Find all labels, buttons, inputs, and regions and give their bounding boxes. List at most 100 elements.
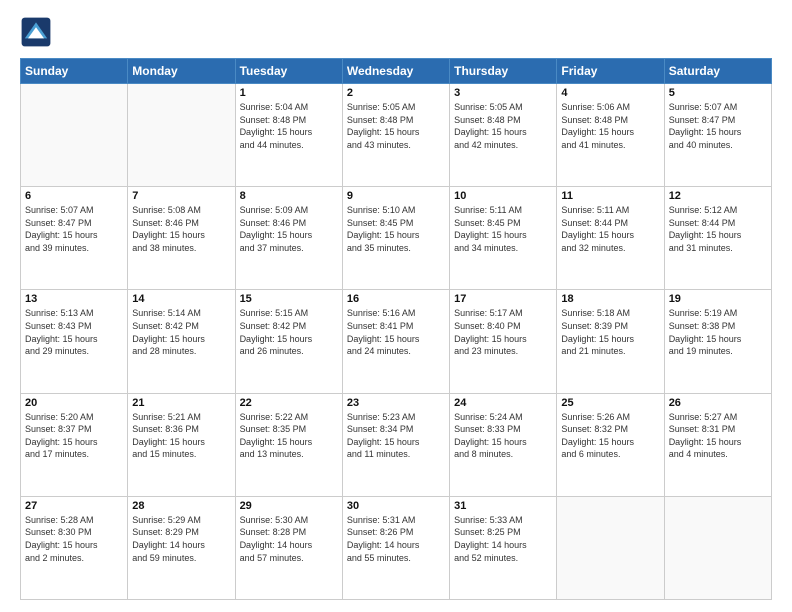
day-number: 1 <box>240 87 338 99</box>
day-number: 8 <box>240 190 338 202</box>
day-info: Sunrise: 5:05 AM Sunset: 8:48 PM Dayligh… <box>347 101 445 151</box>
calendar-cell: 19Sunrise: 5:19 AM Sunset: 8:38 PM Dayli… <box>664 290 771 393</box>
day-number: 12 <box>669 190 767 202</box>
day-number: 29 <box>240 500 338 512</box>
weekday-tuesday: Tuesday <box>235 59 342 84</box>
day-info: Sunrise: 5:05 AM Sunset: 8:48 PM Dayligh… <box>454 101 552 151</box>
calendar-cell: 13Sunrise: 5:13 AM Sunset: 8:43 PM Dayli… <box>21 290 128 393</box>
calendar-cell: 24Sunrise: 5:24 AM Sunset: 8:33 PM Dayli… <box>450 393 557 496</box>
day-number: 10 <box>454 190 552 202</box>
day-number: 4 <box>561 87 659 99</box>
day-info: Sunrise: 5:31 AM Sunset: 8:26 PM Dayligh… <box>347 514 445 564</box>
calendar-cell: 11 Sunrise: 5:11 AM Sunset: 8:44 PM Dayli… <box>557 187 664 290</box>
calendar-cell <box>664 496 771 599</box>
day-number: 28 <box>132 500 230 512</box>
day-number: 9 <box>347 190 445 202</box>
weekday-saturday: Saturday <box>664 59 771 84</box>
day-info: Sunrise: 5:10 AM Sunset: 8:45 PM Dayligh… <box>347 204 445 254</box>
day-number: 20 <box>25 397 123 409</box>
calendar-cell: 26 Sunrise: 5:27 AM Sunset: 8:31 PM Dayli… <box>664 393 771 496</box>
calendar-cell: 31 Sunrise: 5:33 AM Sunset: 8:25 PM Dayli… <box>450 496 557 599</box>
day-number: 6 <box>25 190 123 202</box>
calendar-cell: 8 Sunrise: 5:09 AM Sunset: 8:46 PM Daylig… <box>235 187 342 290</box>
day-info: Sunrise: 5:17 AM Sunset: 8:40 PM Dayligh… <box>454 307 552 357</box>
calendar-cell: 20 Sunrise: 5:20 AM Sunset: 8:37 PM Dayli… <box>21 393 128 496</box>
calendar-cell: 23Sunrise: 5:23 AM Sunset: 8:34 PM Dayli… <box>342 393 449 496</box>
day-info: Sunrise: 5:21 AM Sunset: 8:36 PM Dayligh… <box>132 411 230 461</box>
day-info: Sunrise: 5:07 AM Sunset: 8:47 PM Dayligh… <box>25 204 123 254</box>
calendar-cell: 25Sunrise: 5:26 AM Sunset: 8:32 PM Dayli… <box>557 393 664 496</box>
calendar-cell <box>557 496 664 599</box>
calendar-cell: 21 Sunrise: 5:21 AM Sunset: 8:36 PM Dayli… <box>128 393 235 496</box>
day-info: Sunrise: 5:15 AM Sunset: 8:42 PM Dayligh… <box>240 307 338 357</box>
weekday-sunday: Sunday <box>21 59 128 84</box>
calendar-cell: 6 Sunrise: 5:07 AM Sunset: 8:47 PM Daylig… <box>21 187 128 290</box>
day-number: 16 <box>347 293 445 305</box>
day-number: 26 <box>669 397 767 409</box>
calendar-cell: 2Sunrise: 5:05 AM Sunset: 8:48 PM Daylig… <box>342 84 449 187</box>
calendar-cell: 3 Sunrise: 5:05 AM Sunset: 8:48 PM Daylig… <box>450 84 557 187</box>
week-row-4: 27 Sunrise: 5:28 AM Sunset: 8:30 PM Dayli… <box>21 496 772 599</box>
logo <box>20 16 56 48</box>
day-number: 24 <box>454 397 552 409</box>
calendar-cell: 7 Sunrise: 5:08 AM Sunset: 8:46 PM Daylig… <box>128 187 235 290</box>
day-number: 11 <box>561 190 659 202</box>
day-info: Sunrise: 5:16 AM Sunset: 8:41 PM Dayligh… <box>347 307 445 357</box>
calendar-cell: 1Sunrise: 5:04 AM Sunset: 8:48 PM Daylig… <box>235 84 342 187</box>
calendar-cell: 30 Sunrise: 5:31 AM Sunset: 8:26 PM Dayli… <box>342 496 449 599</box>
day-info: Sunrise: 5:20 AM Sunset: 8:37 PM Dayligh… <box>25 411 123 461</box>
day-info: Sunrise: 5:18 AM Sunset: 8:39 PM Dayligh… <box>561 307 659 357</box>
day-number: 13 <box>25 293 123 305</box>
week-row-1: 6 Sunrise: 5:07 AM Sunset: 8:47 PM Daylig… <box>21 187 772 290</box>
day-number: 15 <box>240 293 338 305</box>
weekday-wednesday: Wednesday <box>342 59 449 84</box>
calendar-table: SundayMondayTuesdayWednesdayThursdayFrid… <box>20 58 772 600</box>
day-info: Sunrise: 5:11 AM Sunset: 8:44 PM Dayligh… <box>561 204 659 254</box>
weekday-monday: Monday <box>128 59 235 84</box>
day-number: 21 <box>132 397 230 409</box>
day-info: Sunrise: 5:11 AM Sunset: 8:45 PM Dayligh… <box>454 204 552 254</box>
day-number: 17 <box>454 293 552 305</box>
day-number: 5 <box>669 87 767 99</box>
calendar-cell: 18 Sunrise: 5:18 AM Sunset: 8:39 PM Dayli… <box>557 290 664 393</box>
day-info: Sunrise: 5:22 AM Sunset: 8:35 PM Dayligh… <box>240 411 338 461</box>
day-number: 19 <box>669 293 767 305</box>
header <box>20 16 772 48</box>
day-info: Sunrise: 5:27 AM Sunset: 8:31 PM Dayligh… <box>669 411 767 461</box>
calendar-cell: 28 Sunrise: 5:29 AM Sunset: 8:29 PM Dayli… <box>128 496 235 599</box>
page: SundayMondayTuesdayWednesdayThursdayFrid… <box>0 0 792 612</box>
calendar-cell: 15 Sunrise: 5:15 AM Sunset: 8:42 PM Dayli… <box>235 290 342 393</box>
calendar-cell: 4 Sunrise: 5:06 AM Sunset: 8:48 PM Daylig… <box>557 84 664 187</box>
day-number: 31 <box>454 500 552 512</box>
calendar-cell <box>21 84 128 187</box>
day-info: Sunrise: 5:06 AM Sunset: 8:48 PM Dayligh… <box>561 101 659 151</box>
day-number: 30 <box>347 500 445 512</box>
day-number: 14 <box>132 293 230 305</box>
weekday-thursday: Thursday <box>450 59 557 84</box>
day-info: Sunrise: 5:09 AM Sunset: 8:46 PM Dayligh… <box>240 204 338 254</box>
day-number: 22 <box>240 397 338 409</box>
day-number: 27 <box>25 500 123 512</box>
calendar-cell: 12 Sunrise: 5:12 AM Sunset: 8:44 PM Dayli… <box>664 187 771 290</box>
day-info: Sunrise: 5:14 AM Sunset: 8:42 PM Dayligh… <box>132 307 230 357</box>
day-number: 3 <box>454 87 552 99</box>
calendar-cell <box>128 84 235 187</box>
day-info: Sunrise: 5:08 AM Sunset: 8:46 PM Dayligh… <box>132 204 230 254</box>
day-info: Sunrise: 5:29 AM Sunset: 8:29 PM Dayligh… <box>132 514 230 564</box>
calendar-cell: 16 Sunrise: 5:16 AM Sunset: 8:41 PM Dayli… <box>342 290 449 393</box>
calendar-cell: 17 Sunrise: 5:17 AM Sunset: 8:40 PM Dayli… <box>450 290 557 393</box>
calendar-cell: 22 Sunrise: 5:22 AM Sunset: 8:35 PM Dayli… <box>235 393 342 496</box>
week-row-2: 13Sunrise: 5:13 AM Sunset: 8:43 PM Dayli… <box>21 290 772 393</box>
calendar-cell: 29Sunrise: 5:30 AM Sunset: 8:28 PM Dayli… <box>235 496 342 599</box>
calendar-cell: 27 Sunrise: 5:28 AM Sunset: 8:30 PM Dayli… <box>21 496 128 599</box>
weekday-friday: Friday <box>557 59 664 84</box>
day-info: Sunrise: 5:07 AM Sunset: 8:47 PM Dayligh… <box>669 101 767 151</box>
calendar-cell: 10 Sunrise: 5:11 AM Sunset: 8:45 PM Dayli… <box>450 187 557 290</box>
day-number: 18 <box>561 293 659 305</box>
day-info: Sunrise: 5:28 AM Sunset: 8:30 PM Dayligh… <box>25 514 123 564</box>
day-info: Sunrise: 5:12 AM Sunset: 8:44 PM Dayligh… <box>669 204 767 254</box>
day-info: Sunrise: 5:33 AM Sunset: 8:25 PM Dayligh… <box>454 514 552 564</box>
day-number: 7 <box>132 190 230 202</box>
calendar-cell: 14 Sunrise: 5:14 AM Sunset: 8:42 PM Dayli… <box>128 290 235 393</box>
day-number: 23 <box>347 397 445 409</box>
